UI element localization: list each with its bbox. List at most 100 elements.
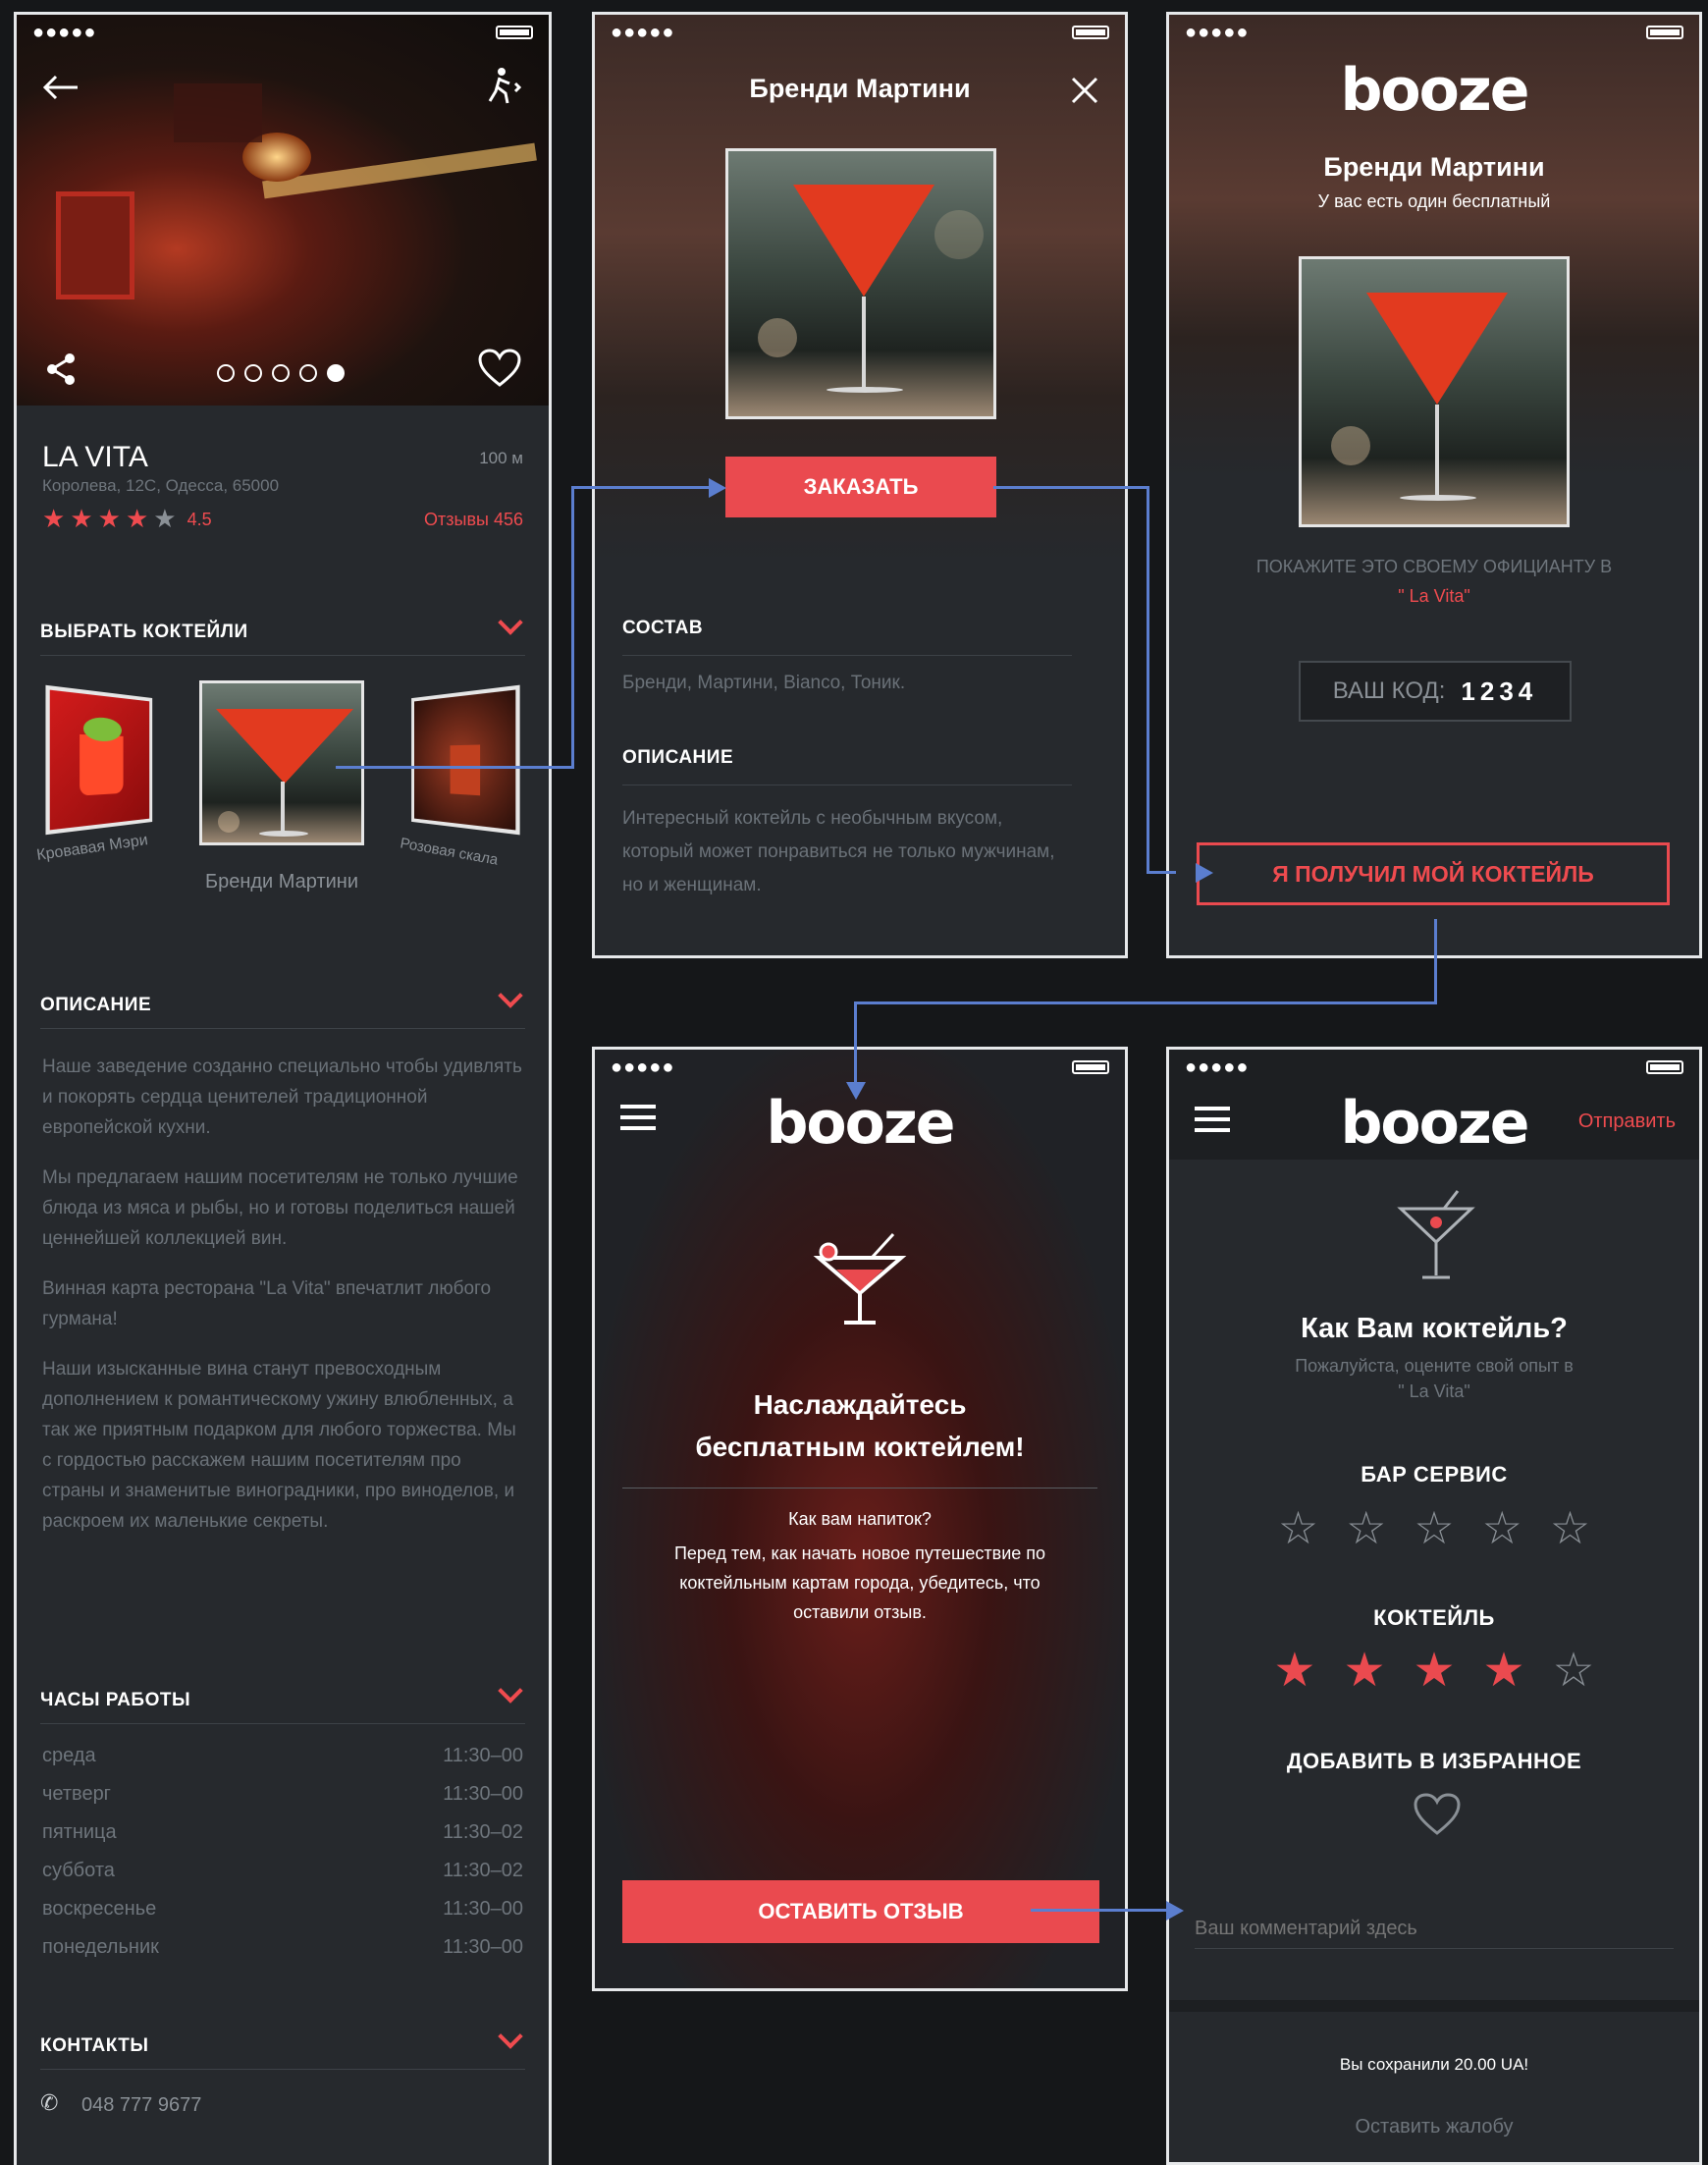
arrow-head (1196, 863, 1213, 883)
description-paragraph: Винная карта ресторана "La Vita" впечатл… (42, 1278, 492, 1329)
bar-service-title: БАР СЕРВИС (1361, 1462, 1508, 1487)
walking-person-icon[interactable] (484, 66, 525, 107)
status-bar: ●●●●● (595, 15, 1125, 50)
venue-photo (17, 15, 549, 406)
battery-icon (1646, 1060, 1683, 1074)
comment-input[interactable] (1195, 1910, 1674, 1949)
send-button[interactable]: Отправить (1578, 1110, 1676, 1133)
cocktail-stars[interactable]: ★ ★ ★ ★ ☆ (1169, 1643, 1699, 1698)
cocktail-card[interactable] (411, 684, 520, 836)
star-filled-icon: ★ (97, 504, 121, 533)
signal-icon: ●●●●● (1185, 21, 1250, 43)
star-filled-icon: ★ (70, 504, 93, 533)
star-filled-icon: ★ (125, 504, 149, 533)
drink-question: Как вам напиток? (788, 1509, 932, 1529)
star-empty-icon[interactable]: ☆ (1346, 1501, 1386, 1554)
rating-value: 4.5 (187, 510, 212, 529)
star-filled-icon[interactable]: ★ (1273, 1643, 1315, 1698)
hours-row: суббота 11:30–02 (42, 1860, 523, 1881)
pager-dot-active[interactable] (327, 364, 345, 382)
pager-dot[interactable] (244, 364, 262, 382)
cocktail-card[interactable] (45, 684, 153, 836)
pager-dot[interactable] (272, 364, 290, 382)
received-cocktail-button[interactable]: Я ПОЛУЧИЛ МОЙ КОКТЕЙЛЬ (1197, 842, 1670, 905)
cocktail-glass-icon (813, 1232, 907, 1325)
chevron-down-icon[interactable] (498, 983, 523, 1008)
arrow-head (709, 478, 726, 498)
footer-divider (1169, 2000, 1699, 2012)
reviews-link[interactable]: Отзывы 456 (424, 510, 523, 530)
star-filled-icon[interactable]: ★ (1343, 1643, 1385, 1698)
pager-dot[interactable] (299, 364, 317, 382)
complaint-link[interactable]: Оставить жалобу (1169, 2116, 1699, 2138)
free-subtitle: У вас есть один бесплатный (1317, 191, 1551, 211)
heart-icon[interactable] (478, 349, 521, 388)
cocktail-title: Бренди Мартини (749, 74, 971, 103)
star-empty-icon[interactable]: ☆ (1553, 1643, 1595, 1698)
arrow-head (1166, 1901, 1184, 1921)
cocktail-card-selected[interactable] (199, 680, 364, 845)
star-filled-icon[interactable]: ★ (1483, 1643, 1525, 1698)
hours-row: пятница 11:30–02 (42, 1821, 523, 1843)
composition-section: СОСТАВ Бренди, Мартини, Bianco, Тоник. О… (595, 574, 1125, 955)
hours-row: воскресенье 11:30–00 (42, 1898, 523, 1920)
composition-description-text: Интересный коктейль с необычным вкусом, … (622, 808, 1055, 895)
status-bar: ●●●●● (17, 15, 549, 50)
status-bar: ●●●●● (1169, 1050, 1699, 1085)
enjoy-screen: ●●●●● booze Наслаждайтесь бесплатным кок… (592, 1047, 1128, 1991)
chevron-down-icon[interactable] (498, 610, 523, 635)
code-value: 1234 (1461, 676, 1538, 706)
flow-connector (1147, 486, 1149, 873)
booze-logo: booze (1340, 56, 1529, 125)
status-bar: ●●●●● (595, 1050, 1125, 1085)
battery-icon (1072, 26, 1109, 39)
savings-text: Вы сохранили 20.00 UA! (1339, 2055, 1529, 2074)
venue-info: LA VITA 100 м Королева, 12С, Одесса, 650… (17, 406, 549, 572)
leave-review-button[interactable]: ОСТАВИТЬ ОТЗЫВ (622, 1880, 1099, 1943)
enjoy-headline: Наслаждайтесь бесплатным коктейлем! (695, 1389, 1025, 1462)
photo-pager[interactable] (217, 364, 345, 382)
composition-description-title: ОПИСАНИЕ (622, 747, 734, 768)
back-arrow-icon[interactable] (42, 74, 80, 101)
signal-icon: ●●●●● (32, 21, 97, 43)
code-box: ВАШ КОД: 1234 (1299, 661, 1572, 722)
star-empty-icon[interactable]: ☆ (1550, 1501, 1590, 1554)
review-reminder: Перед тем, как начать новое путешествие … (673, 1543, 1046, 1622)
venue-name: " La Vita" (1398, 1381, 1470, 1401)
phone-icon: ✆ (40, 2090, 59, 2115)
rate-title: Как Вам коктейль? (1301, 1313, 1568, 1344)
pager-dot[interactable] (217, 364, 235, 382)
venue-address: Королева, 12С, Одесса, 65000 (42, 476, 280, 495)
hours-title: ЧАСЫ РАБОТЫ (40, 1690, 191, 1710)
cocktail-label: Бренди Мартини (204, 871, 359, 893)
share-icon[interactable] (44, 352, 78, 386)
battery-icon (1072, 1060, 1109, 1074)
star-empty-icon[interactable]: ☆ (1278, 1501, 1318, 1554)
cocktail-detail-screen: ●●●●● Бренди Мартини ЗАКАЗАТЬ СОСТАВ Бре… (592, 12, 1128, 958)
signal-icon: ●●●●● (1185, 1055, 1250, 1078)
code-label: ВАШ КОД: (1332, 677, 1446, 704)
chevron-down-icon[interactable] (498, 1678, 523, 1704)
chevron-down-icon[interactable] (498, 2024, 523, 2049)
star-filled-icon: ★ (42, 504, 66, 533)
bar-service-stars[interactable]: ☆ ☆ ☆ ☆ ☆ (1169, 1501, 1699, 1554)
phone-number[interactable]: 048 777 9677 (81, 2094, 201, 2117)
flow-connector (993, 486, 1148, 489)
heart-icon[interactable] (1413, 1792, 1462, 1837)
flow-connector (1147, 871, 1176, 874)
signal-icon: ●●●●● (611, 21, 675, 43)
add-favorite-title: ДОБАВИТЬ В ИЗБРАННОЕ (1286, 1749, 1582, 1773)
cocktail-label: Розовая скала (399, 835, 500, 869)
venue-screen: ●●●●● LA VITA 100 м Королева, 12С, Одесс… (14, 12, 552, 2165)
signal-icon: ●●●●● (611, 1055, 675, 1078)
star-empty-icon[interactable]: ☆ (1414, 1501, 1454, 1554)
star-filled-icon[interactable]: ★ (1413, 1643, 1455, 1698)
close-icon[interactable] (1070, 76, 1099, 105)
hours-row: среда 11:30–00 (42, 1745, 523, 1766)
hours-section: ЧАСЫ РАБОТЫ среда 11:30–00 четверг 11:30–0… (17, 1654, 549, 1986)
contacts-section: КОНТАКТЫ ✆ 048 777 9677 (17, 2000, 549, 2165)
flow-connector (571, 486, 574, 769)
star-empty-icon[interactable]: ☆ (1482, 1501, 1522, 1554)
order-button[interactable]: ЗАКАЗАТЬ (725, 457, 996, 517)
composition-text: Бренди, Мартини, Bianco, Тоник. (622, 673, 906, 693)
